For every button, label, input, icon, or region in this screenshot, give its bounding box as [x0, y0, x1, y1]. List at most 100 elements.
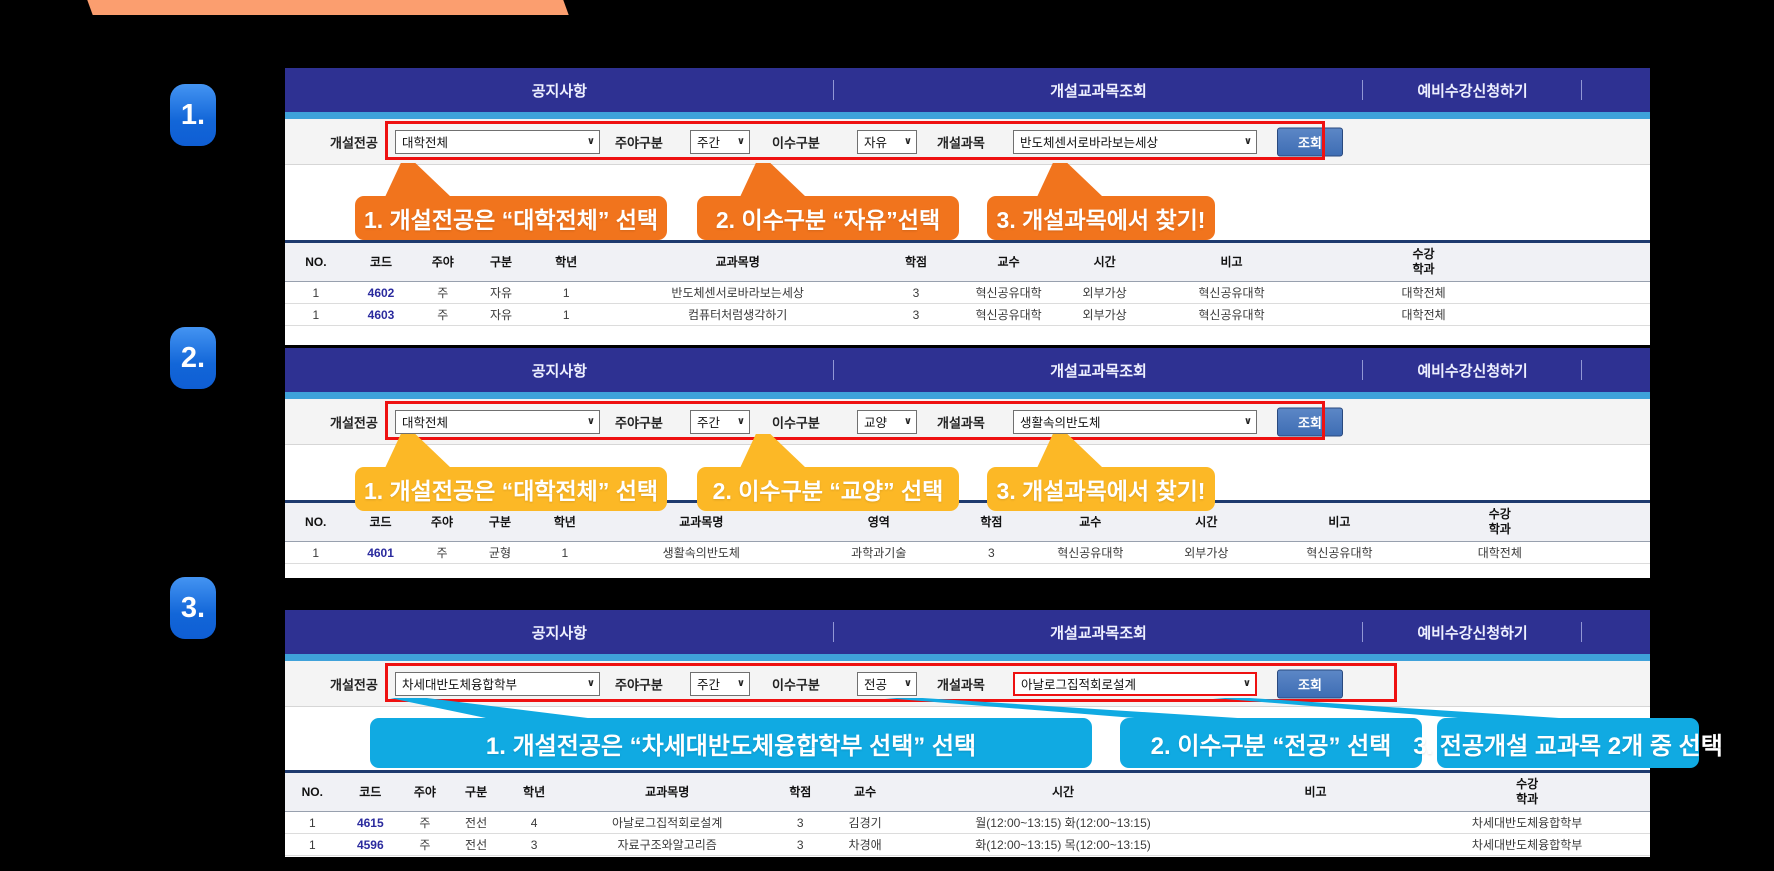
- step-3-badge: 3.: [170, 577, 216, 639]
- callout-step2: 2. 이수구분 “자유”선택: [697, 196, 959, 240]
- table-cell: 주: [415, 542, 470, 564]
- step-3-screenshot-panel: 공지사항 개설교과목조회 예비수강신청하기 개설전공 차세대반도체융합학부 ∨ …: [285, 610, 1650, 857]
- search-button[interactable]: 조회: [1277, 407, 1343, 436]
- column-header: 교수: [957, 242, 1060, 282]
- table-cell: 주: [401, 834, 449, 856]
- table-cell: 과학과기술: [804, 542, 954, 564]
- table-cell: 1: [285, 834, 340, 856]
- column-header: 구분: [449, 772, 504, 812]
- tab-course-search[interactable]: 개설교과목조회: [834, 68, 1364, 112]
- table-cell: 주: [401, 812, 449, 834]
- top-nav-bar: 공지사항 개설교과목조회 예비수강신청하기: [285, 68, 1650, 112]
- course-select[interactable]: 아날로그집적회로설계 ∨: [1013, 672, 1257, 696]
- major-select[interactable]: 대학전체 ∨: [395, 130, 600, 154]
- table-cell: 균형: [469, 542, 530, 564]
- category-select[interactable]: 교양 ∨: [857, 410, 917, 434]
- table-cell: 1: [285, 282, 347, 304]
- search-button[interactable]: 조회: [1277, 669, 1343, 698]
- tab-course-search[interactable]: 개설교과목조회: [834, 348, 1364, 392]
- chevron-down-icon: ∨: [737, 678, 745, 689]
- table-cell: 아날로그집적회로설계: [565, 812, 770, 834]
- tab-preregister[interactable]: 예비수강신청하기: [1363, 348, 1581, 392]
- pointer-triangle: [385, 163, 451, 197]
- daynight-select[interactable]: 주간 ∨: [690, 410, 750, 434]
- chevron-down-icon: ∨: [587, 678, 595, 689]
- results-table: NO.코드주야구분학년교과목명학점교수시간비고수강학과14615주전선4아날로그…: [285, 770, 1650, 856]
- callout-step3: 3. 개설과목에서 찾기!: [987, 196, 1215, 240]
- chevron-down-icon: ∨: [737, 416, 745, 427]
- table-cell: 3: [875, 282, 957, 304]
- nav-filler: [1582, 68, 1650, 112]
- course-label: 개설과목: [937, 412, 985, 431]
- top-nav-bar: 공지사항 개설교과목조회 예비수강신청하기: [285, 610, 1650, 654]
- column-header: 수강학과: [1418, 502, 1582, 542]
- table-cell: 혁신공유대학: [1149, 304, 1314, 326]
- tab-preregister[interactable]: 예비수강신청하기: [1363, 68, 1581, 112]
- course-code-link[interactable]: 4596: [340, 834, 401, 856]
- search-button[interactable]: 조회: [1277, 127, 1343, 156]
- major-label: 개설전공: [330, 674, 378, 693]
- daynight-select[interactable]: 주간 ∨: [690, 130, 750, 154]
- chevron-down-icon: ∨: [904, 416, 912, 427]
- callout-step1: 1. 개설전공은 “대학전체” 선택: [355, 196, 667, 240]
- table-cell: 화(12:00~13:15) 목(12:00~13:15): [899, 834, 1227, 856]
- table-cell: 대학전체: [1314, 282, 1533, 304]
- tab-notice[interactable]: 공지사항: [285, 68, 834, 112]
- table-row: 14601주균형1생활속의반도체과학과기술3혁신공유대학외부가상혁신공유대학대학…: [285, 542, 1650, 564]
- chevron-down-icon: ∨: [587, 136, 595, 147]
- tab-notice[interactable]: 공지사항: [285, 348, 834, 392]
- column-header: [1533, 242, 1650, 282]
- tab-course-search[interactable]: 개설교과목조회: [834, 610, 1364, 654]
- column-header: 수강학과: [1314, 242, 1533, 282]
- header-row: NO.코드주야구분학년교과목명학점교수시간비고수강학과: [285, 242, 1650, 282]
- results-table: NO.코드주야구분학년교과목명학점교수시간비고수강학과14602주자유1반도체센…: [285, 240, 1650, 326]
- daynight-select[interactable]: 주간 ∨: [690, 672, 750, 696]
- major-select[interactable]: 대학전체 ∨: [395, 410, 600, 434]
- column-header: 시간: [1060, 242, 1149, 282]
- chevron-down-icon: ∨: [737, 136, 745, 147]
- table-cell: 생활속의반도체: [599, 542, 804, 564]
- column-header: 학점: [770, 772, 831, 812]
- step-1-badge: 1.: [170, 84, 216, 146]
- column-header: 학년: [532, 242, 601, 282]
- table-cell: 차세대반도체융합학부: [1404, 812, 1650, 834]
- table-cell: 전선: [449, 834, 504, 856]
- table-cell: 대학전체: [1314, 304, 1533, 326]
- column-header: 시간: [899, 772, 1227, 812]
- tab-notice[interactable]: 공지사항: [285, 610, 834, 654]
- table-cell: 4: [503, 812, 564, 834]
- course-code-link[interactable]: 4602: [347, 282, 416, 304]
- chevron-down-icon: ∨: [587, 416, 595, 427]
- table-cell: 김경기: [831, 812, 899, 834]
- course-code-link[interactable]: 4615: [340, 812, 401, 834]
- tab-preregister[interactable]: 예비수강신청하기: [1363, 610, 1581, 654]
- nav-accent-strip: [285, 654, 1650, 661]
- category-select[interactable]: 전공 ∨: [857, 672, 917, 696]
- callout-step2: 2. 이수구분 “전공” 선택: [1120, 718, 1422, 768]
- column-header: 학점: [875, 242, 957, 282]
- column-header: 주야: [415, 242, 470, 282]
- course-code-link[interactable]: 4601: [346, 542, 414, 564]
- column-header: NO.: [285, 242, 347, 282]
- category-select[interactable]: 자유 ∨: [857, 130, 917, 154]
- table-cell: 1: [532, 282, 601, 304]
- course-table: NO.코드주야구분학년교과목명학점교수시간비고수강학과14602주자유1반도체센…: [285, 240, 1650, 326]
- table-cell: 3: [875, 304, 957, 326]
- column-header: 코드: [347, 242, 416, 282]
- table-cell: 혁신공유대학: [957, 304, 1060, 326]
- daynight-label: 주야구분: [615, 674, 663, 693]
- table-cell: 차세대반도체융합학부: [1404, 834, 1650, 856]
- course-code-link[interactable]: 4603: [347, 304, 416, 326]
- daynight-select-value: 주간: [697, 674, 720, 693]
- course-select-value: 반도체센서로바라보는세상: [1020, 132, 1158, 151]
- major-select[interactable]: 차세대반도체융합학부 ∨: [395, 672, 600, 696]
- column-header: 학년: [503, 772, 564, 812]
- filter-bar: 개설전공 차세대반도체융합학부 ∨ 주야구분 주간 ∨ 이수구분 전공 ∨ 개설…: [285, 661, 1650, 707]
- column-header: [1582, 502, 1650, 542]
- course-select[interactable]: 생활속의반도체 ∨: [1013, 410, 1257, 434]
- table-cell: 전선: [449, 812, 504, 834]
- column-header: 비고: [1227, 772, 1404, 812]
- callout-step1: 1. 개설전공은 “대학전체” 선택: [355, 467, 667, 511]
- table-row: 14596주전선3자료구조와알고리즘3차경애화(12:00~13:15) 목(1…: [285, 834, 1650, 856]
- course-select[interactable]: 반도체센서로바라보는세상 ∨: [1013, 130, 1257, 154]
